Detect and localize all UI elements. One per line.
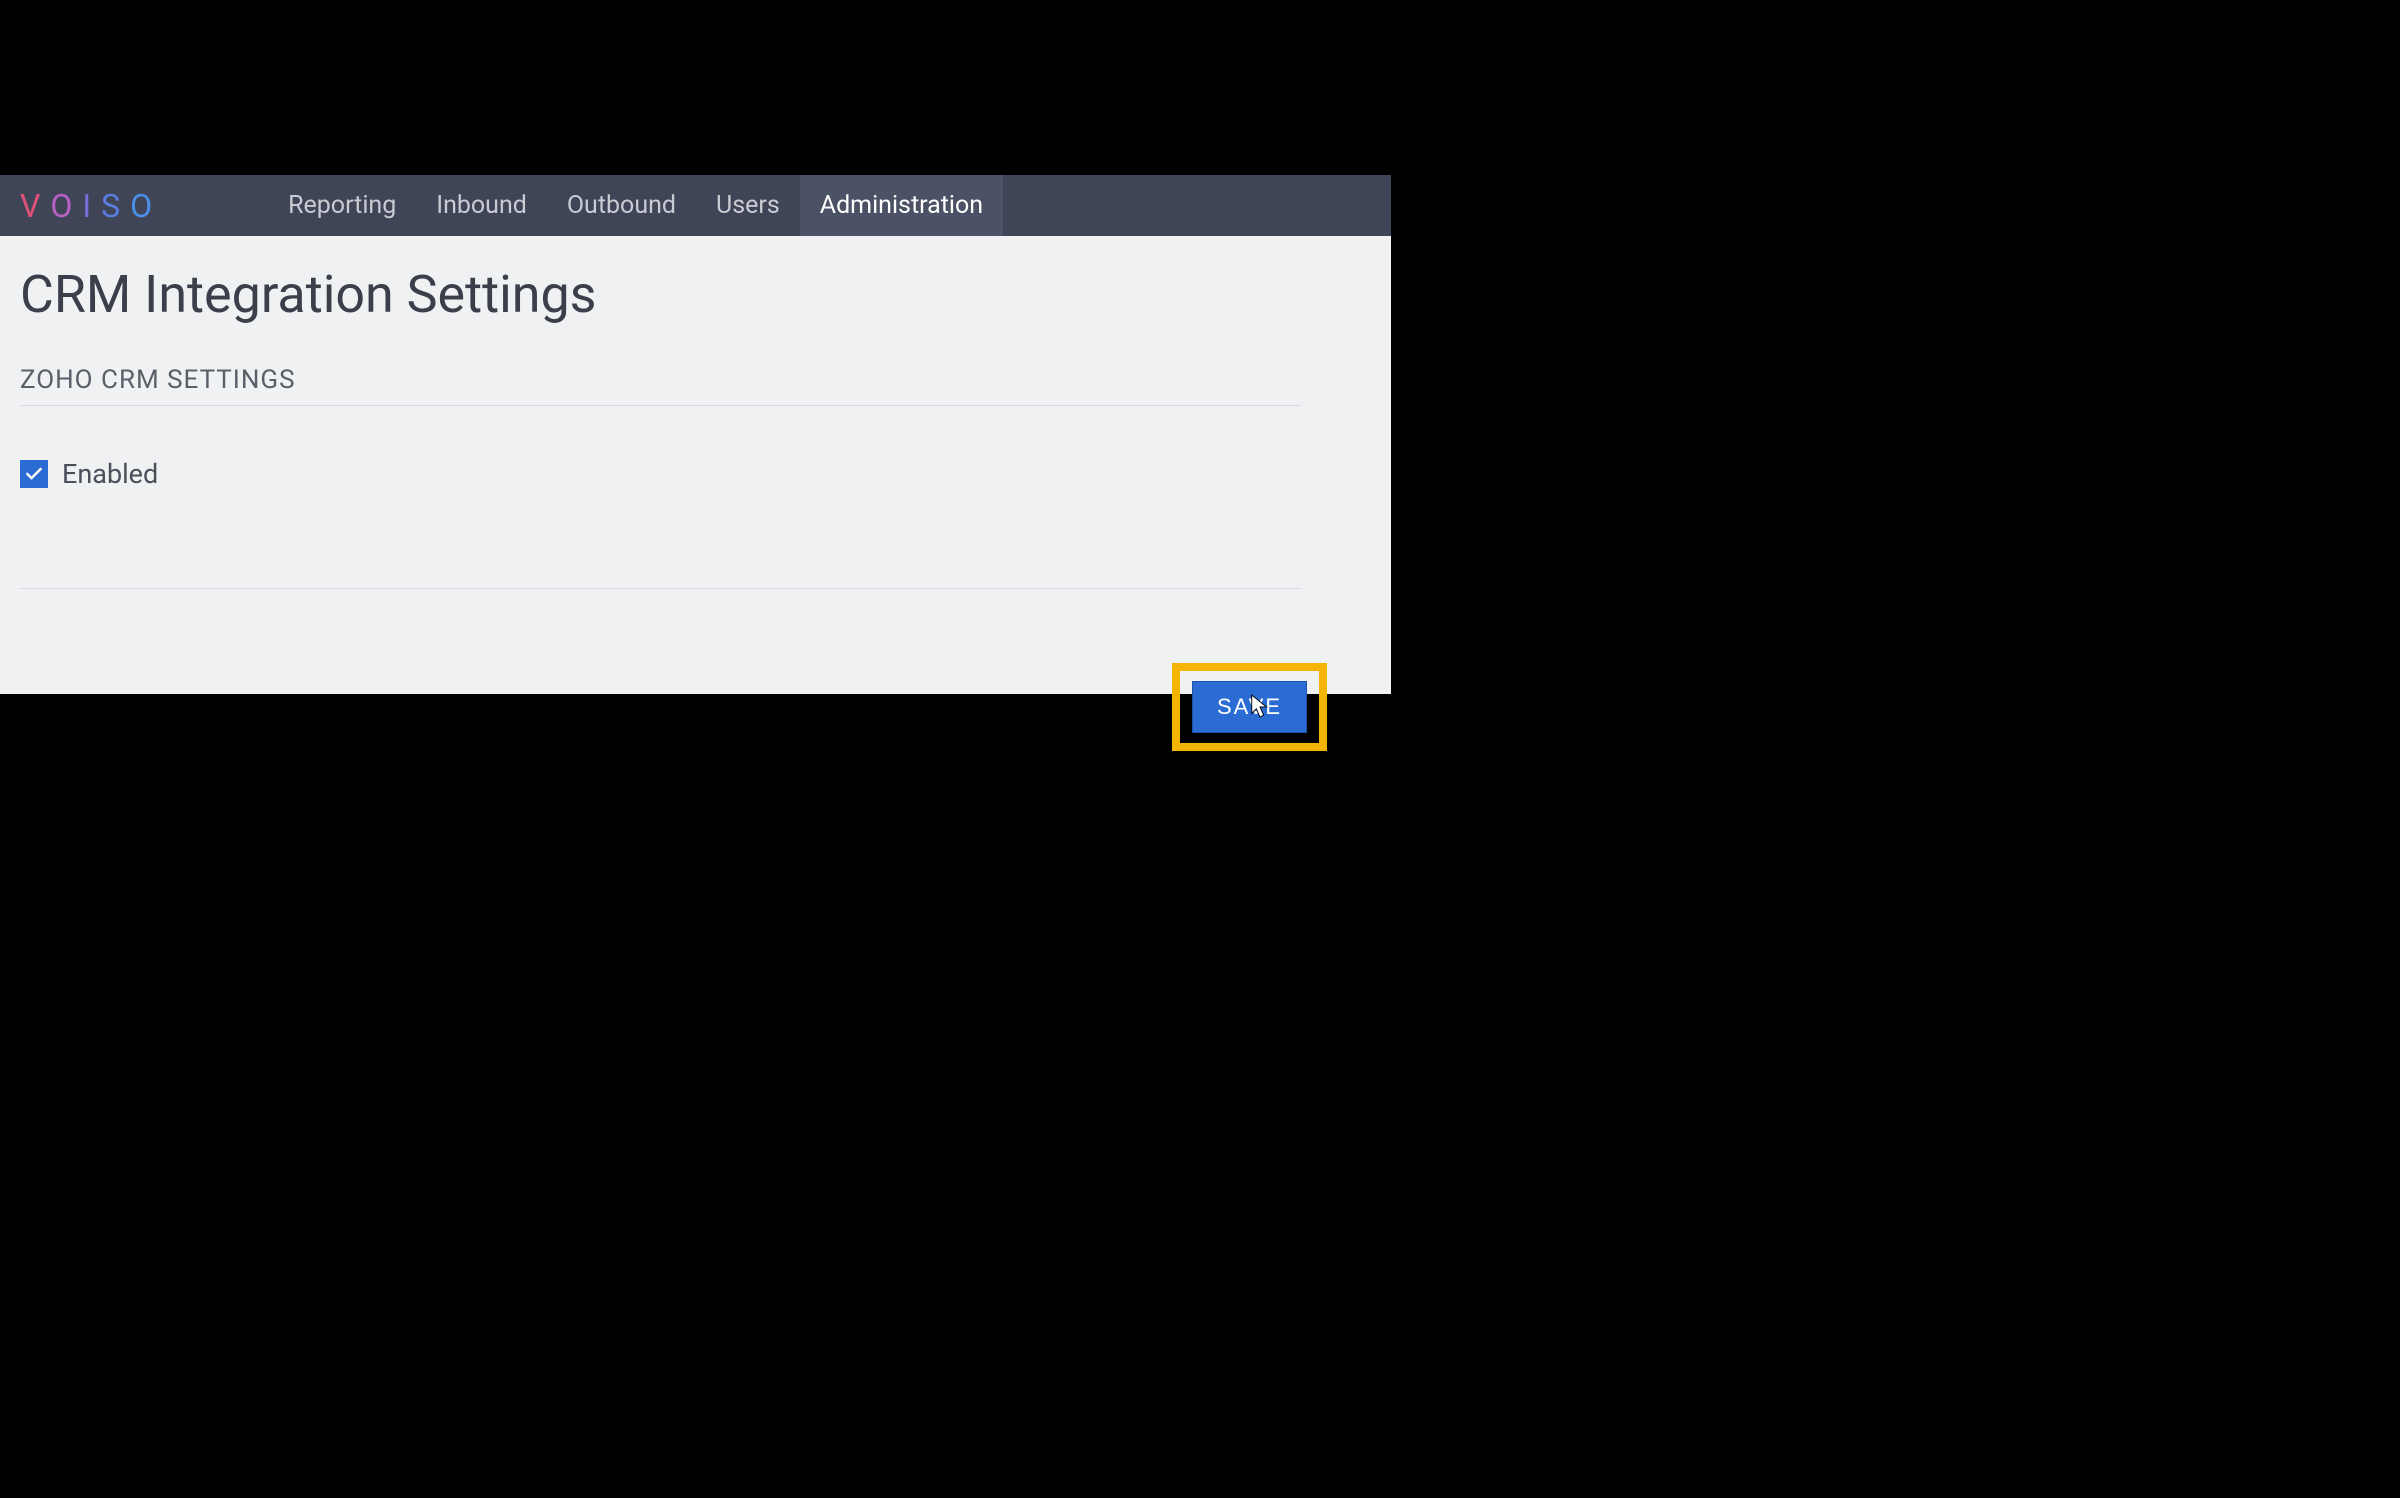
navbar: V O I S O Reporting Inbound Outbound Use…	[0, 175, 1391, 236]
nav-item-reporting[interactable]: Reporting	[268, 175, 416, 236]
logo-letter-o2: O	[130, 187, 158, 225]
nav-items: Reporting Inbound Outbound Users Adminis…	[268, 175, 1003, 236]
save-button-highlight: SAVE	[1172, 663, 1327, 751]
section-divider	[20, 588, 1301, 589]
nav-item-users[interactable]: Users	[696, 175, 800, 236]
check-icon	[24, 464, 44, 484]
nav-item-administration[interactable]: Administration	[800, 175, 1003, 236]
logo-letter-s: S	[101, 187, 126, 225]
logo-letter-v: V	[20, 187, 46, 225]
save-button-label: SAVE	[1217, 694, 1282, 720]
enabled-row: Enabled	[20, 458, 1371, 490]
enabled-checkbox[interactable]	[20, 460, 48, 488]
logo: V O I S O	[20, 187, 158, 225]
nav-item-inbound[interactable]: Inbound	[416, 175, 547, 236]
save-button[interactable]: SAVE	[1192, 681, 1307, 733]
logo-letter-o1: O	[50, 187, 78, 225]
nav-item-outbound[interactable]: Outbound	[547, 175, 696, 236]
content: CRM Integration Settings ZOHO CRM SETTIN…	[0, 236, 1391, 694]
enabled-label: Enabled	[62, 458, 158, 490]
page-title: CRM Integration Settings	[20, 264, 1371, 325]
section-title-zoho: ZOHO CRM SETTINGS	[20, 365, 1301, 406]
app-window: V O I S O Reporting Inbound Outbound Use…	[0, 175, 1391, 694]
logo-letter-i: I	[82, 187, 97, 225]
